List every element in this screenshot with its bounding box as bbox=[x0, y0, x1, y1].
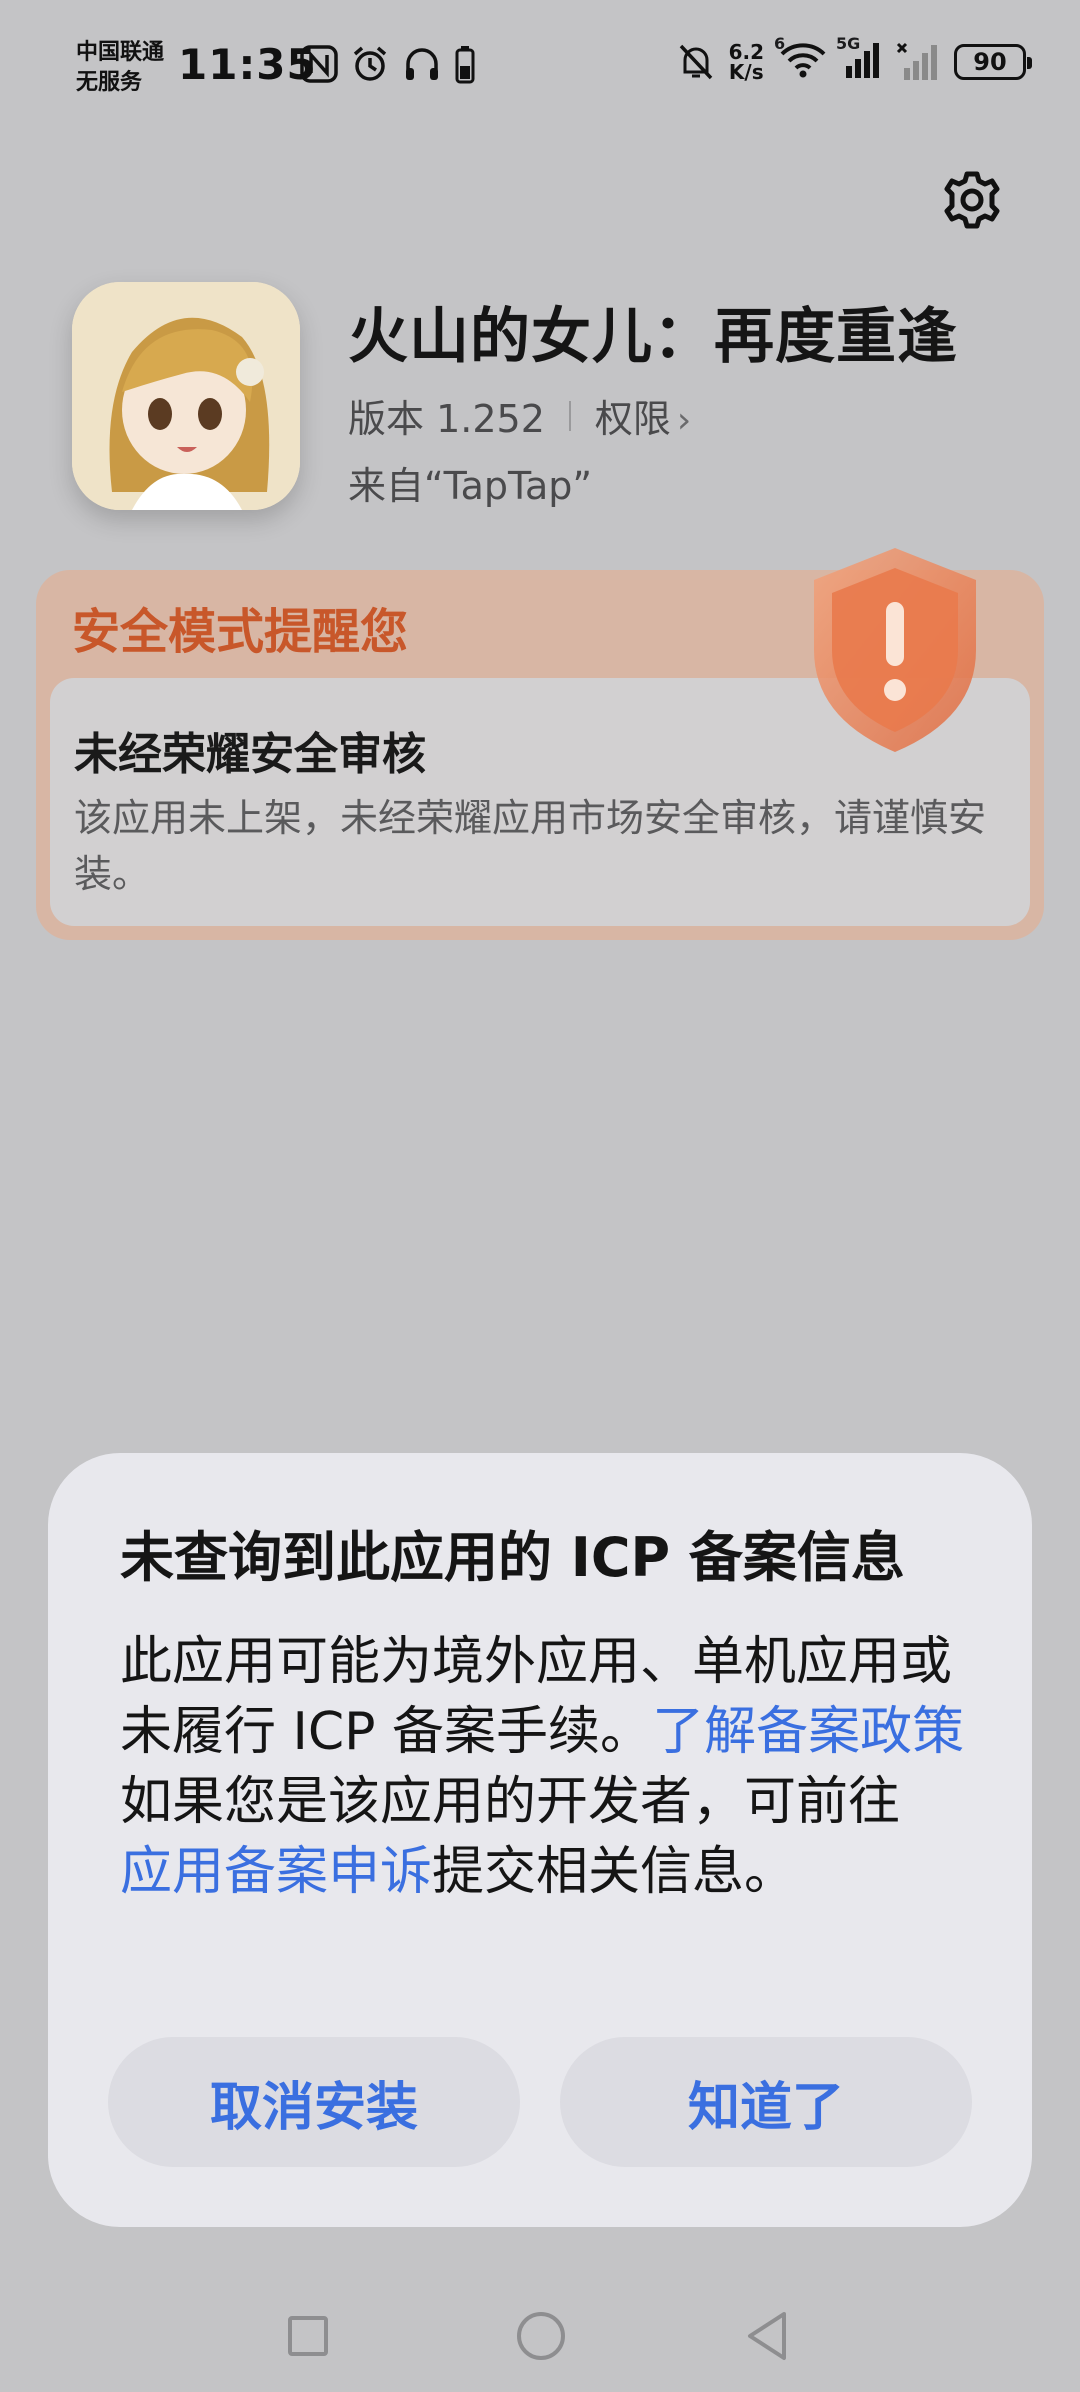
gear-icon[interactable] bbox=[940, 168, 1004, 232]
icp-dialog: 未查询到此应用的 ICP 备案信息 此应用可能为境外应用、单机应用或未履行 IC… bbox=[48, 1453, 1032, 2227]
app-icon bbox=[72, 282, 300, 510]
alarm-icon bbox=[353, 46, 387, 81]
battery-indicator: 90 bbox=[954, 44, 1032, 80]
mute-icon bbox=[679, 44, 712, 80]
nfc-icon bbox=[300, 45, 338, 83]
wifi-indicator: 6 bbox=[774, 34, 828, 84]
status-icons-right: 6.2 K/s 6 5G 90 bbox=[677, 34, 1032, 84]
app-source: 来自“TapTap” bbox=[348, 464, 593, 508]
signal-icon-nosim bbox=[896, 42, 937, 80]
status-icons-left bbox=[300, 44, 476, 84]
warning-subtitle: 未经荣耀安全审核 bbox=[74, 729, 426, 780]
dialog-body: 此应用可能为境外应用、单机应用或未履行 ICP 备案手续。了解备案政策 如果您是… bbox=[120, 1627, 980, 1907]
appeal-link[interactable]: 应用备案申诉 bbox=[120, 1842, 432, 1902]
warning-header: 安全模式提醒您 bbox=[72, 604, 409, 660]
app-title: 火山的女儿：再度重逢 bbox=[348, 302, 958, 372]
wifi-icon bbox=[780, 43, 826, 78]
status-time: 11:35 bbox=[178, 40, 317, 89]
net-speed: 6.2 K/s bbox=[729, 42, 764, 82]
app-version: 版本 1.252 bbox=[348, 397, 545, 441]
net-speed-unit: K/s bbox=[728, 60, 764, 84]
dialog-title: 未查询到此应用的 ICP 备案信息 bbox=[120, 1526, 905, 1589]
signal-indicator-5g: 5G bbox=[836, 34, 882, 84]
signal-label: 5G bbox=[836, 34, 861, 53]
dialog-body-text-2: 如果您是该应用的开发者，可前往 bbox=[120, 1772, 901, 1832]
status-bar: 中国联通 无服务 11:35 6.2 K/s 6 5G 90 bbox=[0, 0, 1080, 130]
battery-small-icon bbox=[455, 46, 475, 84]
nav-recents-icon[interactable] bbox=[288, 2316, 328, 2356]
carrier-status: 无服务 bbox=[76, 70, 143, 95]
app-meta: 版本 1.252 权限 › bbox=[348, 388, 691, 443]
meta-divider bbox=[568, 400, 571, 431]
nav-home-icon[interactable] bbox=[517, 2312, 565, 2360]
net-speed-value: 6.2 bbox=[728, 40, 764, 64]
wifi-label: 6 bbox=[774, 34, 786, 53]
policy-link[interactable]: 了解备案政策 bbox=[652, 1702, 964, 1762]
warning-body: 该应用未上架，未经荣耀应用市场安全审核，请谨慎安装。 bbox=[74, 796, 987, 896]
nav-back-icon[interactable] bbox=[744, 2310, 792, 2362]
carrier-info: 中国联通 无服务 bbox=[76, 38, 164, 98]
shield-warning-icon bbox=[814, 548, 976, 752]
headphones-icon bbox=[406, 48, 438, 80]
permissions-label: 权限 bbox=[594, 397, 671, 441]
carrier-name: 中国联通 bbox=[76, 40, 165, 65]
cancel-install-button[interactable]: 取消安装 bbox=[108, 2037, 520, 2167]
dialog-body-text-3: 提交相关信息。 bbox=[432, 1842, 797, 1902]
chevron-right-icon: › bbox=[676, 400, 692, 441]
got-it-button[interactable]: 知道了 bbox=[560, 2037, 972, 2167]
permissions-link[interactable]: 权限 › bbox=[595, 388, 691, 443]
